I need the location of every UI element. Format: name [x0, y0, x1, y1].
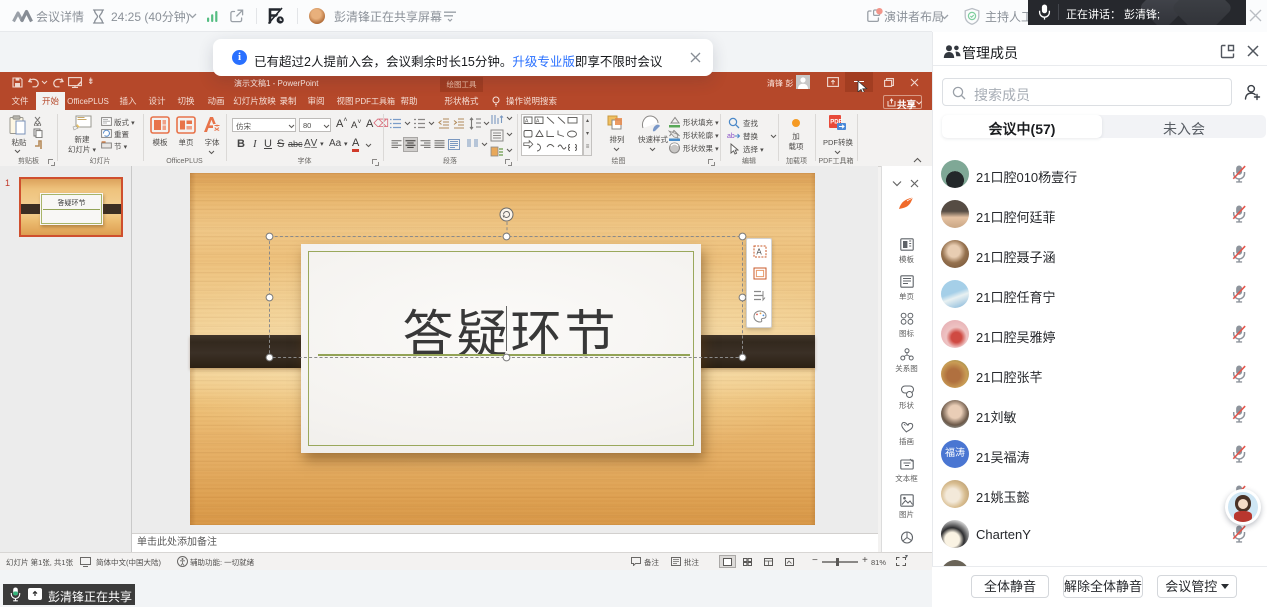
- svg-text:A: A: [756, 248, 762, 257]
- svg-text:ab: ab: [727, 133, 735, 140]
